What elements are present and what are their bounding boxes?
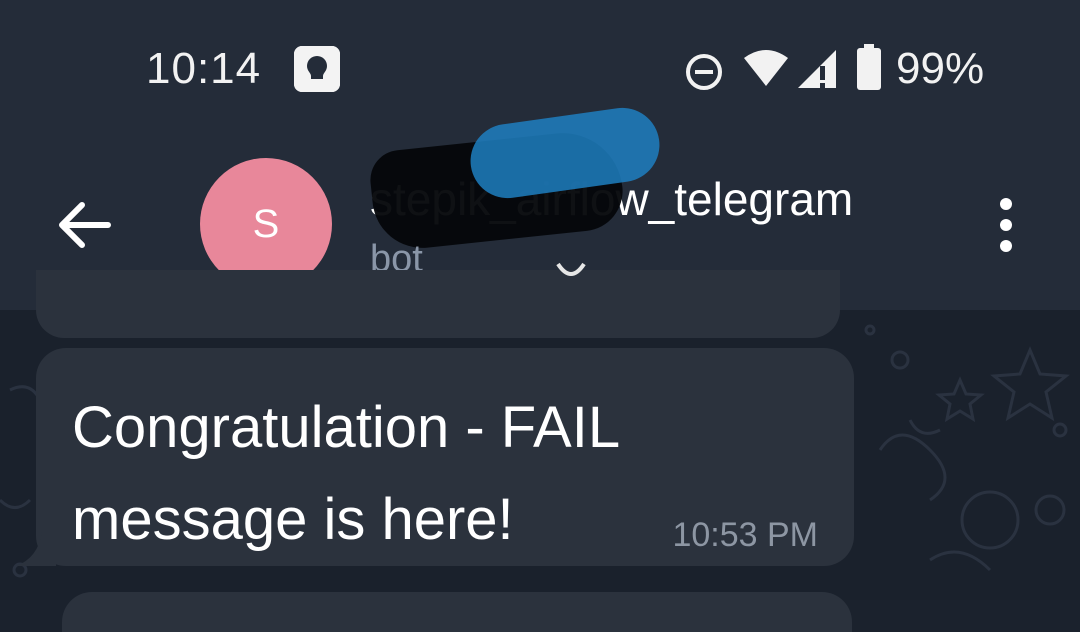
back-button[interactable] xyxy=(50,190,120,260)
message-bubble[interactable]: Congratulation - FAIL message is here! 1… xyxy=(36,348,854,566)
battery-percentage: 99% xyxy=(896,44,985,93)
more-options-button[interactable] xyxy=(984,190,1028,260)
next-message-bubble[interactable] xyxy=(62,592,852,632)
previous-message-bubble[interactable] xyxy=(36,262,840,338)
message-time: 10:53 PM xyxy=(672,516,818,554)
wifi-icon xyxy=(742,48,790,93)
title-fade xyxy=(870,168,934,234)
do-not-disturb-icon xyxy=(684,52,724,97)
signal-icon xyxy=(796,46,840,95)
read-check-icon xyxy=(556,262,586,276)
message-bubble-tail xyxy=(16,532,56,566)
more-vertical-icon xyxy=(1000,198,1012,252)
arrow-left-icon xyxy=(59,202,111,248)
battery-icon xyxy=(855,44,883,95)
status-time: 10:14 xyxy=(146,44,262,93)
message-text-line-1: Congratulation - FAIL xyxy=(72,395,621,460)
avatar-letter: S xyxy=(252,201,280,246)
app-notification-icon xyxy=(294,46,340,92)
